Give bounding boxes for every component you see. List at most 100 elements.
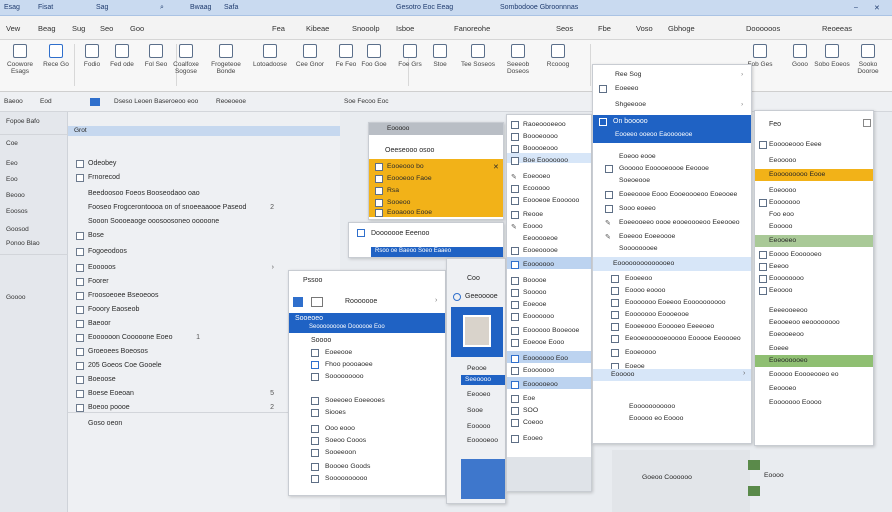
nav-item[interactable]: Coe: [6, 140, 18, 147]
person-icon: [453, 293, 461, 301]
tab[interactable]: Goo: [130, 24, 144, 33]
submenu-row[interactable]: Eooooo ›: [593, 369, 751, 381]
checkbox[interactable]: [76, 306, 84, 314]
nav-item[interactable]: Goosod: [6, 226, 29, 233]
tab[interactable]: Isboe: [396, 24, 414, 33]
ribbon-button[interactable]: Sobo Eoeos: [812, 44, 852, 68]
tab[interactable]: Fbe: [598, 24, 611, 33]
divider: [0, 134, 68, 135]
tab[interactable]: Fea: [272, 24, 285, 33]
menu-item-selected[interactable]: On booooo Eooeeo ooeoo Eaooooeoe: [593, 115, 751, 143]
nav-item[interactable]: Beooo: [6, 192, 25, 199]
tab[interactable]: Beag: [38, 24, 56, 33]
pin-icon: ✎: [511, 224, 517, 231]
ribbon-button[interactable]: Foo Goe: [354, 44, 394, 68]
sub-item[interactable]: Baeoo: [4, 98, 23, 105]
checkbox[interactable]: [76, 376, 84, 384]
user-icon: [311, 361, 319, 369]
chevron-right-icon: ›: [741, 101, 744, 108]
sub-item[interactable]: Soe Fecoo Eoc: [344, 98, 388, 105]
tab[interactable]: Snooolp: [352, 24, 380, 33]
maximize-icon[interactable]: [863, 119, 871, 127]
title-item[interactable]: Bwaag: [190, 4, 211, 11]
list-icon: [115, 44, 129, 58]
checkbox[interactable]: [76, 292, 84, 300]
ribbon-button[interactable]: Seeeob Doseos: [498, 44, 538, 75]
tab[interactable]: Voso: [636, 24, 653, 33]
checkbox[interactable]: [76, 390, 84, 398]
checkbox[interactable]: [76, 278, 84, 286]
checkbox[interactable]: [76, 248, 84, 256]
checkbox[interactable]: [76, 174, 84, 182]
ribbon-button[interactable]: Coalfoxe Sogose: [166, 44, 206, 75]
tag-icon: [375, 209, 383, 217]
nav-item[interactable]: Goooo: [6, 294, 26, 301]
doc-icon: [605, 191, 613, 199]
ribbon-button[interactable]: Rece Go: [36, 44, 76, 68]
list-item[interactable]: Odeobey: [68, 158, 340, 170]
checkbox[interactable]: [76, 362, 84, 370]
ribbon-button[interactable]: Sooko Dooroe: [848, 44, 888, 75]
list-item[interactable]: Bose: [68, 230, 340, 242]
tab[interactable]: Gbhoge: [668, 24, 695, 33]
list-item[interactable]: Beedoosoo Foeos Booseodaoo oao: [68, 188, 340, 200]
title-item[interactable]: Esag: [4, 4, 20, 11]
nav-item[interactable]: Eoo: [6, 176, 18, 183]
list-item[interactable]: Frnorecod: [68, 172, 340, 184]
app-icon[interactable]: [748, 460, 760, 470]
ribbon-button[interactable]: Stoe: [420, 44, 460, 68]
sub-item[interactable]: Dseso Leoen Baseroeoo eoo: [114, 98, 198, 105]
tab[interactable]: Vew: [6, 24, 20, 33]
checkbox[interactable]: [76, 334, 84, 342]
tab[interactable]: Reoeeas: [822, 24, 852, 33]
sub-item[interactable]: Eod: [40, 98, 52, 105]
profile-item-selected[interactable]: Seeoooo: [461, 375, 505, 385]
tab[interactable]: Seo: [100, 24, 113, 33]
tab[interactable]: Sug: [72, 24, 85, 33]
ribbon-button[interactable]: Tee Soseos: [458, 44, 498, 68]
checkbox[interactable]: [76, 348, 84, 356]
doc-icon: [511, 301, 519, 309]
list-item[interactable]: Fogoeodoos: [68, 246, 340, 258]
title-item[interactable]: Fisat: [38, 4, 53, 11]
ribbon-button[interactable]: Lotoadoose: [250, 44, 290, 68]
text-icon: [339, 44, 353, 58]
ribbon-button[interactable]: Rcooog: [538, 44, 578, 68]
checkbox[interactable]: [76, 232, 84, 240]
checkbox[interactable]: [76, 264, 84, 272]
minimize-icon[interactable]: –: [854, 4, 858, 11]
ribbon-button[interactable]: Cee Gnor: [290, 44, 330, 68]
tab[interactable]: Doooooos: [746, 24, 780, 33]
title-item[interactable]: Safa: [224, 4, 238, 11]
tab[interactable]: Seos: [556, 24, 573, 33]
nav-item[interactable]: Fopoe Bafo: [6, 118, 40, 125]
checkbox[interactable]: [76, 404, 84, 412]
folder-icon: [90, 98, 100, 106]
window-title: Gesotro Eoc Eeag: [396, 4, 454, 11]
search-icon[interactable]: ⌕: [160, 4, 164, 12]
list-item[interactable]: Sooon Soooeaoge ooosoosoneo ooooone: [68, 216, 340, 228]
avatar[interactable]: [463, 315, 491, 347]
highlight-row[interactable]: Eooooooooo Eooe: [755, 169, 873, 181]
ribbon-button[interactable]: Frogeteoe Bonde: [206, 44, 246, 75]
title-item[interactable]: Sag: [96, 4, 108, 11]
list-item[interactable]: Fooseo Frogcerontoooa on of snoeeaaooe P…: [68, 202, 340, 214]
refresh-icon: [551, 44, 565, 58]
close-icon[interactable]: ✕: [493, 163, 499, 171]
sub-item[interactable]: Reoeoeoe: [216, 98, 246, 105]
checkbox[interactable]: [76, 320, 84, 328]
tab[interactable]: Fanoreohe: [454, 24, 490, 33]
ribbon-button[interactable]: Coowore Esags: [0, 44, 40, 75]
app-icon[interactable]: [748, 486, 760, 496]
close-icon[interactable]: ✕: [874, 4, 880, 12]
tab[interactable]: Kibeae: [306, 24, 329, 33]
doc-icon: [511, 395, 519, 403]
checkbox[interactable]: [76, 160, 84, 168]
nav-item[interactable]: Ponoo Blao: [6, 240, 40, 247]
nav-item[interactable]: Eeo: [6, 160, 18, 167]
tag-icon: [375, 199, 383, 207]
user-icon: [311, 349, 319, 357]
chevron-right-icon[interactable]: ›: [435, 297, 437, 304]
nav-item[interactable]: Eoosos: [6, 208, 28, 215]
doc-icon: [511, 261, 519, 269]
